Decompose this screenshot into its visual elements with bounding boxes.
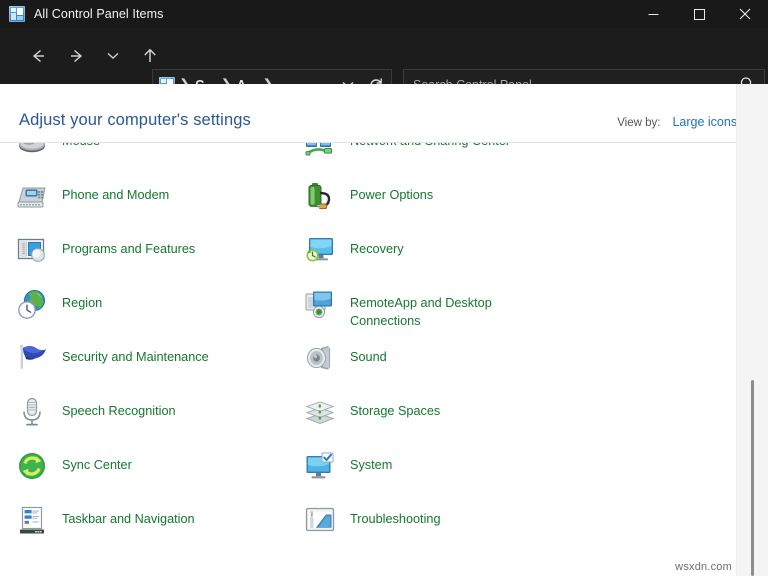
- recovery-icon: [304, 234, 336, 266]
- list-item-label: Programs and Features: [62, 234, 195, 258]
- list-item-label: Storage Spaces: [350, 396, 440, 420]
- sound-icon: [304, 342, 336, 374]
- list-item[interactable]: Sound: [288, 338, 576, 392]
- page-title: Adjust your computer's settings: [19, 111, 251, 130]
- list-item-label: Region: [62, 288, 102, 312]
- list-item-label: Troubleshooting: [350, 504, 441, 528]
- security-flag-icon: [16, 342, 48, 374]
- items-scroll-content: Mouse: [0, 143, 736, 554]
- scrollbar-thumb[interactable]: [751, 380, 754, 576]
- items-scroll-viewport: Mouse: [0, 143, 736, 576]
- window-controls: [630, 0, 768, 28]
- list-item[interactable]: Taskbar and Navigation: [0, 500, 288, 554]
- list-item[interactable]: Sync Center: [0, 446, 288, 500]
- network-sharing-icon: [304, 143, 336, 158]
- list-item-label: Phone and Modem: [62, 180, 169, 204]
- programs-features-icon: [16, 234, 48, 266]
- list-item[interactable]: Mouse: [0, 143, 288, 176]
- phone-modem-icon: [16, 180, 48, 212]
- list-item[interactable]: RemoteApp and Desktop Connections: [288, 284, 576, 338]
- window-title: All Control Panel Items: [34, 7, 163, 21]
- list-item[interactable]: Power Options: [288, 176, 576, 230]
- storage-spaces-icon: [304, 396, 336, 428]
- list-item-label: Taskbar and Navigation: [62, 504, 195, 528]
- view-by-value[interactable]: Large icons: [672, 115, 737, 129]
- list-item[interactable]: Storage Spaces: [288, 392, 576, 446]
- recent-locations-chevron-down-icon[interactable]: [102, 41, 124, 71]
- list-item-label: RemoteApp and Desktop Connections: [350, 288, 550, 330]
- maximize-button[interactable]: [676, 0, 722, 28]
- power-options-icon: [304, 180, 336, 212]
- troubleshooting-icon: [304, 504, 336, 536]
- list-item-label: Mouse: [62, 143, 100, 150]
- view-by-control: View by: Large icons ▼: [617, 115, 751, 129]
- control-panel-icon: [9, 6, 25, 22]
- vertical-scrollbar[interactable]: [736, 84, 768, 576]
- navigation-bar: ❯ C... ❯ A... ❯: [0, 28, 768, 84]
- minimize-button[interactable]: [630, 0, 676, 28]
- list-item[interactable]: Region: [0, 284, 288, 338]
- list-item-label: Speech Recognition: [62, 396, 176, 420]
- close-button[interactable]: [722, 0, 768, 28]
- list-item-label: Recovery: [350, 234, 404, 258]
- list-item[interactable]: Troubleshooting: [288, 500, 576, 554]
- up-arrow-icon[interactable]: [135, 41, 165, 71]
- mouse-icon: [16, 143, 48, 158]
- control-panel-window: All Control Panel Items: [0, 0, 768, 576]
- remoteapp-icon: [304, 288, 336, 320]
- region-icon: [16, 288, 48, 320]
- back-arrow-icon[interactable]: [23, 41, 53, 71]
- title-bar-drag-region[interactable]: All Control Panel Items: [0, 0, 630, 28]
- taskbar-icon: [16, 504, 48, 536]
- microphone-icon: [16, 396, 48, 428]
- content-header: Adjust your computer's settings View by:…: [0, 84, 768, 143]
- view-by-label: View by:: [617, 117, 660, 129]
- list-item-label: Security and Maintenance: [62, 342, 209, 366]
- watermark: wsxdn.com: [675, 561, 732, 573]
- list-item[interactable]: System: [288, 446, 576, 500]
- list-item-label: System: [350, 450, 392, 474]
- list-item-label: Network and Sharing Center: [350, 143, 510, 150]
- system-icon: [304, 450, 336, 482]
- list-item[interactable]: Speech Recognition: [0, 392, 288, 446]
- sync-center-icon: [16, 450, 48, 482]
- scrollbar-track[interactable]: [748, 84, 758, 576]
- list-item-label: Power Options: [350, 180, 433, 204]
- list-item[interactable]: Programs and Features: [0, 230, 288, 284]
- content-area: Adjust your computer's settings View by:…: [0, 84, 768, 576]
- list-item[interactable]: Network and Sharing Center: [288, 143, 576, 176]
- list-item[interactable]: Security and Maintenance: [0, 338, 288, 392]
- title-bar: All Control Panel Items: [0, 0, 768, 28]
- list-item[interactable]: Recovery: [288, 230, 576, 284]
- list-item-label: Sync Center: [62, 450, 132, 474]
- control-panel-items-grid: Mouse: [0, 143, 736, 554]
- forward-arrow-icon[interactable]: [62, 41, 92, 71]
- list-item-label: Sound: [350, 342, 387, 366]
- list-item[interactable]: Phone and Modem: [0, 176, 288, 230]
